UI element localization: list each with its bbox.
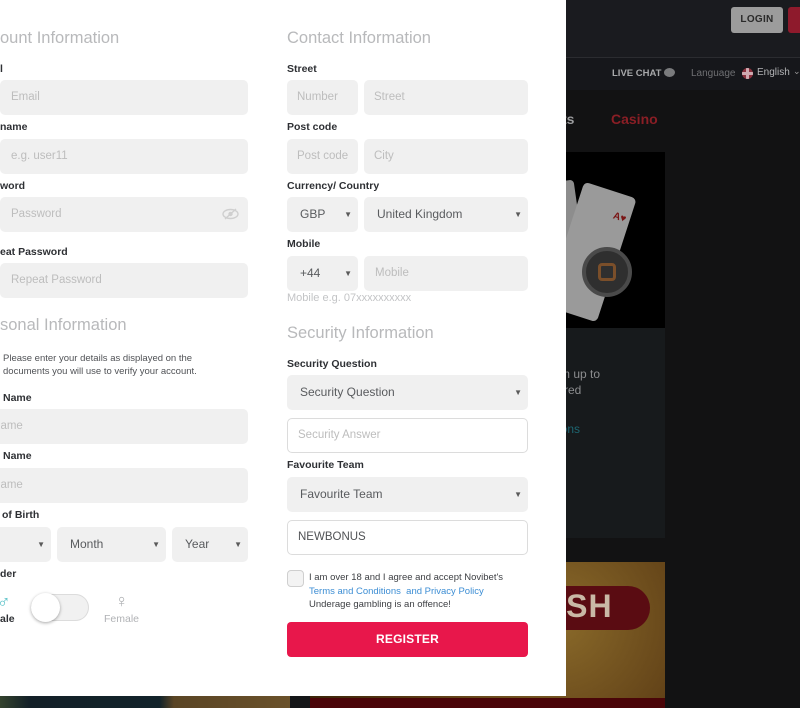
personal-info-title: sonal Information	[0, 316, 127, 334]
join-button[interactable]	[788, 7, 800, 33]
promo-code-input[interactable]: NEWBONUS	[287, 520, 528, 555]
last-name-input[interactable]: st Name	[0, 468, 248, 503]
street-label: Street	[287, 63, 317, 75]
register-button[interactable]: REGISTER	[287, 622, 528, 657]
dob-label: of Birth	[2, 509, 40, 521]
repeat-password-input[interactable]: Repeat Password	[0, 263, 248, 298]
country-select[interactable]: United Kingdom ▼	[364, 197, 528, 232]
chat-bubble-icon[interactable]	[664, 68, 675, 77]
last-name-label: Name	[3, 450, 32, 462]
city-input[interactable]: City	[364, 139, 528, 174]
privacy-link[interactable]: and Privacy Policy	[406, 586, 484, 597]
currency-country-label: Currency/ Country	[287, 180, 380, 192]
dob-year-value: Year	[185, 537, 210, 551]
security-question-select[interactable]: Security Question ▼	[287, 375, 528, 410]
dob-month-select[interactable]: Month ▼	[57, 527, 166, 562]
caret-down-icon: ▼	[344, 269, 352, 278]
street-input[interactable]: Street	[364, 80, 528, 115]
repeat-password-label: eat Password	[0, 246, 68, 258]
caret-down-icon: ▼	[514, 490, 522, 499]
favourite-team-label: Favourite Team	[287, 459, 364, 471]
mobile-label: Mobile	[287, 238, 321, 250]
first-name-input[interactable]: st Name	[0, 409, 248, 444]
mobile-prefix-value: +44	[300, 266, 321, 280]
dob-day-select[interactable]: ay ▼	[0, 527, 51, 562]
game-tile-strip[interactable]	[0, 696, 290, 708]
chevron-down-icon[interactable]: ⌄	[793, 66, 800, 77]
tile-gap	[290, 696, 310, 708]
gender-toggle[interactable]	[31, 593, 89, 622]
casino-chip-icon	[582, 247, 632, 297]
caret-down-icon: ▼	[514, 388, 522, 397]
password-input[interactable]: Password	[0, 197, 248, 232]
country-value: United Kingdom	[377, 207, 463, 221]
eye-slash-icon[interactable]	[222, 208, 239, 220]
caret-down-icon: ▼	[344, 210, 352, 219]
security-info-title: Security Information	[287, 324, 434, 342]
currency-value: GBP	[300, 207, 326, 221]
postcode-input[interactable]: Post code	[287, 139, 358, 174]
favourite-team-value: Favourite Team	[300, 487, 383, 501]
language-label: Language	[691, 68, 736, 79]
underage-warning: Underage gambling is an offence!	[309, 599, 451, 610]
postcode-label: Post code	[287, 121, 338, 133]
verification-note: Please enter your details as displayed o…	[3, 353, 197, 377]
female-label[interactable]: Female	[104, 613, 139, 625]
username-input[interactable]: e.g. user11	[0, 139, 248, 174]
security-answer-input[interactable]: Security Answer	[287, 418, 528, 453]
mobile-hint: Mobile e.g. 07xxxxxxxxxx	[287, 292, 412, 304]
contact-info-title: Contact Information	[287, 29, 431, 47]
gender-label: der	[0, 568, 17, 580]
caret-down-icon: ▼	[152, 540, 160, 549]
password-label: word	[0, 180, 26, 192]
nav-casino[interactable]: Casino	[611, 111, 658, 127]
currency-select[interactable]: GBP ▼	[287, 197, 358, 232]
security-question-value: Security Question	[300, 385, 395, 399]
caret-down-icon: ▼	[514, 210, 522, 219]
caret-down-icon: ▼	[234, 540, 242, 549]
email-label: l	[0, 63, 3, 75]
password-placeholder: Password	[11, 208, 62, 220]
consent-statement: I am over 18 and I agree and accept Novi…	[309, 572, 504, 583]
age-consent-checkbox[interactable]	[287, 570, 304, 587]
email-input[interactable]: Email	[0, 80, 248, 115]
favourite-team-select[interactable]: Favourite Team ▼	[287, 477, 528, 512]
terms-link[interactable]: Terms and Conditions	[309, 586, 401, 597]
language-selector[interactable]: English	[757, 67, 790, 78]
security-question-label: Security Question	[287, 358, 377, 370]
mobile-input[interactable]: Mobile	[364, 256, 528, 291]
male-label[interactable]: ale	[0, 613, 15, 625]
dob-year-select[interactable]: Year ▼	[172, 527, 248, 562]
account-info-title: ount Information	[0, 29, 120, 47]
male-icon[interactable]: ♂	[0, 593, 11, 611]
banner-footer	[310, 698, 665, 708]
mobile-prefix-select[interactable]: +44 ▼	[287, 256, 358, 291]
live-chat-link[interactable]: LIVE CHAT	[612, 68, 661, 79]
uk-flag-icon[interactable]	[742, 68, 753, 79]
first-name-label: Name	[3, 392, 32, 404]
dob-month-value: Month	[70, 537, 104, 551]
toggle-knob[interactable]	[31, 593, 60, 622]
consent-text: I am over 18 and I agree and accept Novi…	[309, 571, 529, 612]
street-number-input[interactable]: Number	[287, 80, 358, 115]
registration-modal: ount Information l Email name e.g. user1…	[0, 0, 566, 696]
login-button[interactable]: LOGIN	[731, 7, 783, 33]
caret-down-icon: ▼	[37, 540, 45, 549]
female-icon[interactable]: ♀	[115, 592, 129, 610]
username-label: name	[0, 121, 28, 133]
